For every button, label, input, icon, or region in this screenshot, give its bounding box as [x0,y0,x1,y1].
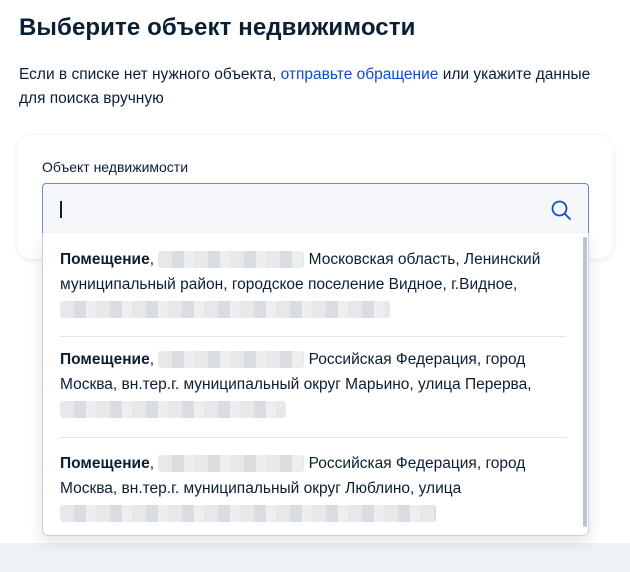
suggestion-separator: , [149,251,159,268]
redacted-number [158,351,305,369]
intro-text: Если в списке нет нужного объекта, отпра… [19,63,619,111]
suggestion-type: Помещение [60,351,150,368]
redacted-number [158,455,305,473]
redacted-address [60,401,286,419]
field-label: Объект недвижимости [42,159,189,175]
suggestion-item[interactable]: Помещение, Российская Федерация, город М… [60,451,566,526]
send-request-link[interactable]: отправьте обращение [281,66,439,83]
suggestion-item[interactable]: Помещение, Московская область, Ленинский… [60,247,566,322]
dropdown-scrollbar[interactable] [583,237,587,527]
page-footer-band [0,543,630,572]
suggestion-address-rest: муниципальный район, городское поселение… [60,276,518,293]
suggestions-dropdown: Помещение, Московская область, Ленинский… [42,233,589,536]
redacted-address [60,505,436,523]
search-icon[interactable] [550,199,572,221]
suggestion-address-rest: Москва, вн.тер.г. муниципальный округ Лю… [60,480,462,497]
property-search-input[interactable] [42,183,589,234]
suggestion-divider [60,437,566,438]
redacted-number [158,251,305,269]
text-cursor [60,201,62,218]
page-title: Выберите объект недвижимости [19,14,416,41]
redacted-address [60,301,390,319]
intro-prefix: Если в списке нет нужного объекта, [19,66,281,83]
suggestion-address-line1: Российская Федерация, город [308,455,526,472]
suggestion-address-rest: Москва, вн.тер.г. муниципальный округ Ма… [60,376,532,393]
suggestion-item[interactable]: Помещение, Российская Федерация, город М… [60,347,566,422]
suggestion-type: Помещение [60,251,150,268]
suggestion-type: Помещение [60,455,150,472]
suggestion-separator: , [149,455,159,472]
suggestion-address-line1: Российская Федерация, город [308,351,526,368]
suggestion-address-line1: Московская область, Ленинский [308,251,541,268]
suggestion-separator: , [149,351,159,368]
suggestion-divider [60,336,566,337]
